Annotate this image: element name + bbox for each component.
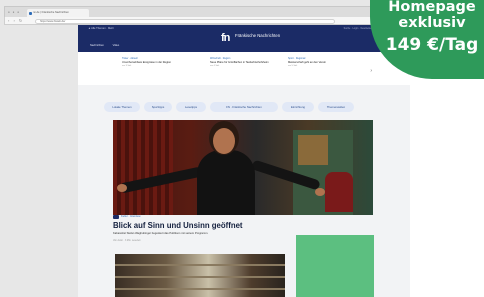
promo-price: 149 €/Tag [385, 35, 479, 55]
hero-image[interactable] [113, 120, 373, 215]
ticker-next-chevron-icon[interactable]: › [370, 68, 372, 74]
site-favicon-icon [28, 11, 32, 15]
ressort-pill[interactable]: Lesetipps [176, 102, 206, 112]
shelf-shape [115, 276, 285, 278]
premium-badge-icon [113, 215, 119, 219]
curtain-shape [113, 120, 173, 215]
promo-line-2: exklusiv [398, 15, 466, 31]
ticker-meta: vor 4 Std. [210, 65, 220, 68]
nav-item-video[interactable]: Video [113, 44, 120, 47]
ad-placeholder[interactable] [296, 235, 374, 297]
ressort-pill[interactable]: FN · Fränkische Nachrichten [210, 102, 278, 112]
left-hand-shape [117, 184, 127, 192]
ressort-pill[interactable]: Lokale Themen [104, 102, 140, 112]
person-head-shape [213, 128, 235, 154]
right-hand-shape [315, 188, 325, 196]
article-subtitle: Kabarettist Stefan Waghubinger begeister… [113, 232, 209, 235]
window-controls[interactable]: ● ● ● [8, 10, 20, 14]
shelf-shape [115, 264, 285, 266]
ressort-pill[interactable]: Einrichtung [282, 102, 314, 112]
article-kicker: Kultur · Interview [121, 215, 141, 218]
main-nav: Nachrichten Video [90, 44, 127, 47]
promo-line-1: Homepage [388, 0, 476, 15]
shelf-shape [115, 288, 285, 290]
nav-buttons-icon[interactable]: ‹ › ↻ [8, 18, 24, 23]
article-byline: Von Autor · 3 Min. Lesezeit [113, 240, 141, 242]
site-header: ◄ Alle Themen · Mehr Suche · Login · New… [78, 25, 410, 52]
site-logo[interactable]: fn Fränkische Nachrichten [221, 31, 291, 47]
ticker-title: Meisterschaft geht an den Verein [288, 61, 326, 64]
ressort-pill[interactable]: Sporttipps [144, 102, 172, 112]
tab-title: nn.de | Fränkische Nachrichten [33, 11, 69, 14]
promo-badge-text: Homepage exklusiv 149 €/Tag [372, 0, 484, 56]
logo-mark-icon: fn [221, 32, 230, 44]
ticker-item[interactable]: Ticker · Aktuell Unvorhersehbare Ereigni… [122, 57, 207, 67]
header-utility-left[interactable]: ◄ Alle Themen · Mehr [88, 27, 114, 30]
browser-toolbar: ‹ › ↻ https://www.fnweb.de/ [4, 17, 414, 25]
ticker-item[interactable]: Wirtschaft · Region Neue Pläne für Grünf… [210, 57, 295, 67]
ticker-kicker: Ticker · Aktuell [122, 57, 138, 60]
ticker-item[interactable]: Sport · Regional Meisterschaft geht an d… [288, 57, 373, 67]
ressort-pill[interactable]: Themenwelten [318, 102, 354, 112]
ressort-pills: Lokale Themen Sporttipps Lesetipps FN · … [78, 102, 410, 114]
page-viewport: ◄ Alle Themen · Mehr Suche · Login · New… [78, 25, 410, 297]
person-body-shape [197, 150, 255, 215]
browser-tab-bar: ● ● ● nn.de | Fränkische Nachrichten [4, 6, 414, 18]
ticker-meta: vor 3 Std. [122, 65, 132, 68]
ticker-title: Unvorhersehbare Ereignisse in der Region [122, 61, 172, 64]
article-title[interactable]: Blick auf Sinn und Unsinn geöffnet [113, 221, 313, 230]
logo-text: Fränkische Nachrichten [235, 33, 281, 38]
address-bar[interactable]: https://www.fnweb.de/ [35, 18, 335, 24]
red-chair-shape [325, 172, 353, 212]
ticker-title: Neue Pläne für Grünflächen in Tauberbisc… [210, 61, 269, 64]
ticker-kicker: Wirtschaft · Region [210, 57, 231, 60]
ticker-kicker: Sport · Regional [288, 57, 306, 60]
nav-item-nachrichten[interactable]: Nachrichten [90, 44, 104, 47]
news-ticker: Ticker · Aktuell Unvorhersehbare Ereigni… [78, 52, 410, 85]
stage-board-shape [298, 135, 328, 165]
second-article-image[interactable] [115, 254, 285, 297]
screenshot-frame: ● ● ● nn.de | Fränkische Nachrichten ‹ ›… [0, 0, 484, 297]
ticker-meta: vor 5 Std. [288, 65, 298, 68]
